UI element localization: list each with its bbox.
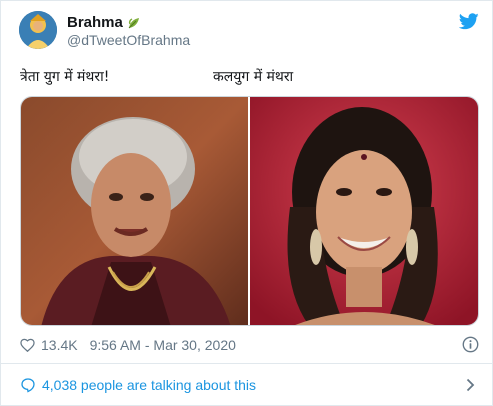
tweet-meta: 13.4K 9:56 AM - Mar 30, 2020 (20, 335, 479, 355)
photo-right[interactable] (248, 97, 478, 325)
tweet-header: Brahma @dTweetOfBrahma (19, 11, 479, 51)
user-handle[interactable]: @dTweetOfBrahma (67, 32, 190, 48)
name-row: Brahma (67, 14, 141, 31)
heart-icon[interactable] (20, 338, 35, 352)
leaf-icon (128, 17, 139, 28)
tweet-media[interactable] (20, 96, 479, 326)
tweet-embed: Brahma @dTweetOfBrahma त्रेता युग में मं… (0, 0, 493, 406)
photo-left[interactable] (21, 97, 248, 325)
caption-right: कलयुग में मंथरा (213, 69, 294, 85)
tweet-timestamp[interactable]: 9:56 AM - Mar 30, 2020 (90, 337, 236, 353)
info-icon[interactable] (462, 336, 479, 353)
display-name[interactable]: Brahma (67, 14, 123, 31)
avatar[interactable] (19, 11, 57, 49)
talking-link[interactable]: 4,038 people are talking about this (20, 373, 479, 397)
like-count[interactable]: 13.4K (41, 337, 78, 353)
chevron-right-icon[interactable] (466, 378, 475, 392)
speech-bubble-icon (21, 378, 35, 393)
caption-left: त्रेता युग में मंथरा! (20, 69, 110, 85)
divider (1, 363, 493, 364)
twitter-bird-icon[interactable] (459, 13, 479, 30)
talking-label[interactable]: 4,038 people are talking about this (42, 377, 256, 393)
